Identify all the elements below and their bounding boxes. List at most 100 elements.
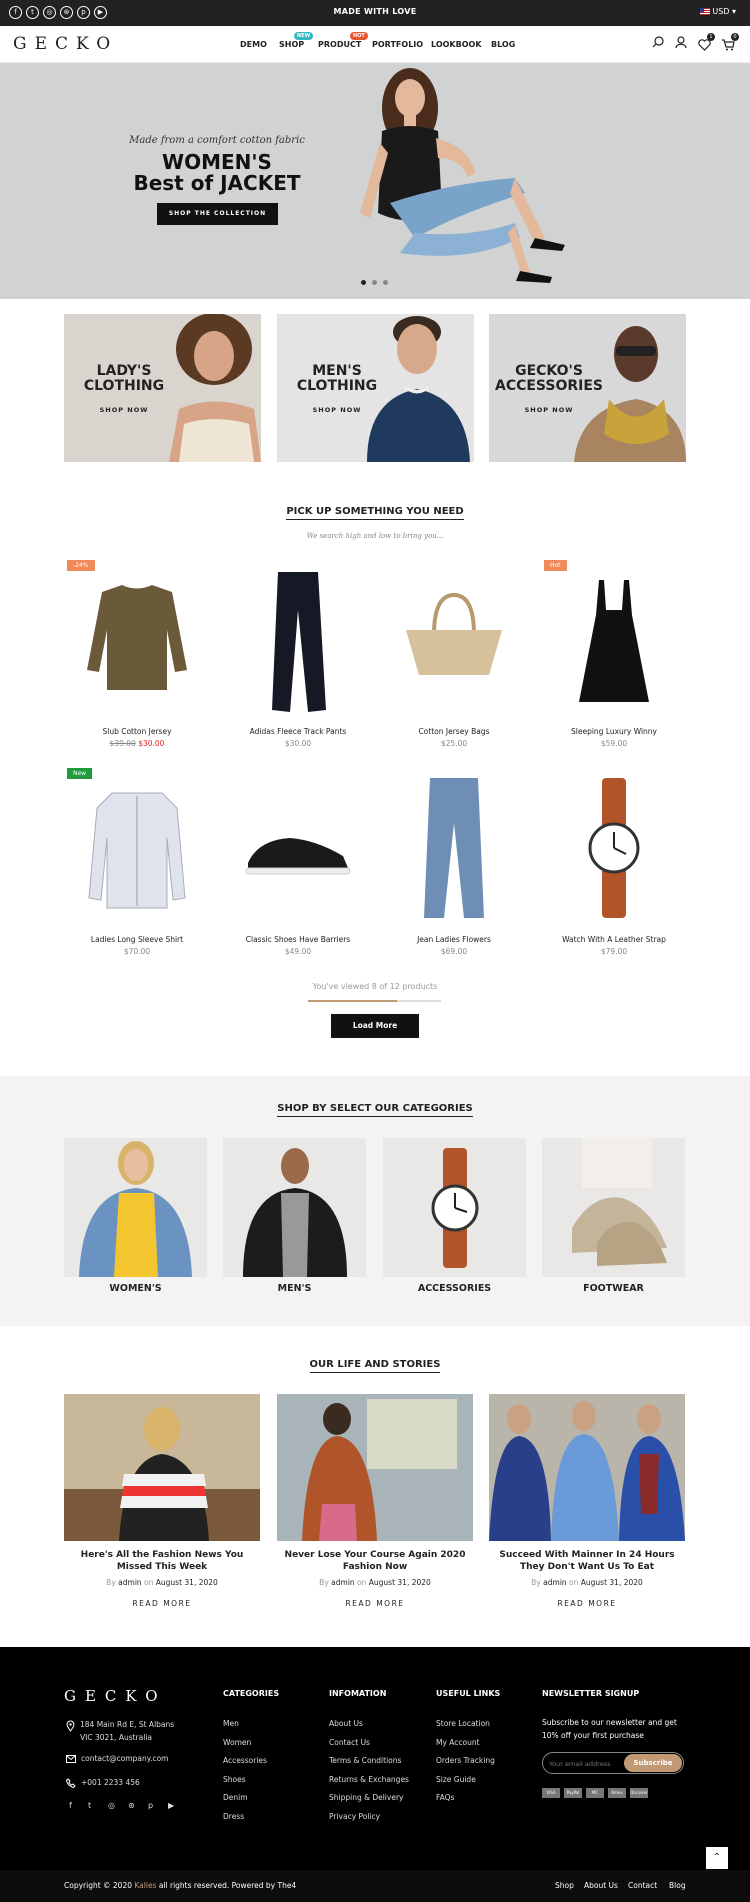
shop-collection-button[interactable]: SHOP THE COLLECTION	[157, 203, 278, 225]
nav-lookbook[interactable]: LOOKBOOK	[431, 40, 482, 49]
footer-facebook-icon[interactable]: f	[69, 1801, 72, 1810]
category-footwear-label[interactable]: FOOTWEAR	[542, 1283, 685, 1294]
footer-info-link[interactable]: Privacy Policy	[329, 1812, 380, 1821]
shop-now-link[interactable]: SHOP NOW	[277, 406, 397, 414]
footer-instagram-icon[interactable]: ◎	[108, 1801, 115, 1810]
nav-product-label: PRODUCT	[318, 40, 362, 49]
product-name[interactable]: Slub Cotton Jersey	[67, 727, 207, 736]
bottom-link-contact[interactable]: Contact	[628, 1881, 657, 1890]
sale-label: -24%	[67, 560, 95, 571]
footer-info-link[interactable]: Returns & Exchanges	[329, 1775, 409, 1784]
footer-info-link[interactable]: Shipping & Delivery	[329, 1793, 403, 1802]
accessories-banner[interactable]: GECKO'S ACCESSORIES SHOP NOW	[489, 314, 686, 462]
bottom-link-about[interactable]: About Us	[584, 1881, 618, 1890]
footer-logo[interactable]: GECKO	[64, 1687, 167, 1705]
nav-product[interactable]: PRODUCT HOT	[318, 32, 368, 49]
footer-category-link[interactable]: Accessories	[223, 1756, 267, 1765]
category-accessories-label[interactable]: ACCESSORIES	[383, 1283, 526, 1294]
footer-twitter-icon[interactable]: t	[88, 1801, 91, 1810]
category-women-card[interactable]	[64, 1138, 207, 1277]
slider-dot-1[interactable]	[361, 280, 366, 285]
lady-clothing-banner[interactable]: LADY'S CLOTHING SHOP NOW	[64, 314, 261, 462]
footer-dribbble-icon[interactable]: ⊛	[128, 1801, 135, 1810]
blog-post-title[interactable]: Here's All the Fashion News You Missed T…	[64, 1549, 260, 1573]
shop-now-link[interactable]: SHOP NOW	[64, 406, 184, 414]
women-category-image	[79, 1141, 192, 1277]
newsletter-email-input[interactable]	[549, 1757, 619, 1770]
footer-pinterest-icon[interactable]: p	[148, 1801, 153, 1810]
product-name[interactable]: Cotton Jersey Bags	[384, 727, 524, 736]
nav-demo[interactable]: DEMO	[240, 40, 267, 49]
footer-category-link[interactable]: Women	[223, 1738, 251, 1747]
footer-useful-link[interactable]: Store Location	[436, 1719, 490, 1728]
footer-info-link[interactable]: About Us	[329, 1719, 363, 1728]
post-author[interactable]: admin	[543, 1578, 567, 1587]
currency-selector[interactable]: USD ▾	[700, 7, 736, 16]
men-category-image	[243, 1148, 347, 1277]
blog-post-image[interactable]	[277, 1394, 473, 1541]
category-footwear-card[interactable]	[542, 1138, 685, 1277]
footer-youtube-icon[interactable]: ▶	[168, 1801, 174, 1810]
read-more-link[interactable]: READ MORE	[64, 1599, 260, 1608]
men-clothing-banner[interactable]: MEN'S CLOTHING SHOP NOW	[277, 314, 474, 462]
footer-useful-link[interactable]: Size Guide	[436, 1775, 476, 1784]
new-label: New	[67, 768, 93, 779]
product-name[interactable]: Sleeping Luxury Winny	[544, 727, 684, 736]
read-more-link[interactable]: READ MORE	[489, 1599, 685, 1608]
slider-dot-3[interactable]	[383, 280, 388, 285]
subscribe-button[interactable]: Subscribe	[624, 1754, 682, 1772]
blog-post-title[interactable]: Never Lose Your Course Again 2020 Fashio…	[277, 1549, 473, 1573]
slider-dot-2[interactable]	[372, 280, 377, 285]
footer-useful-link[interactable]: Orders Tracking	[436, 1756, 495, 1765]
product-name[interactable]: Watch With A Leather Strap	[544, 935, 684, 944]
footer-useful-link[interactable]: My Account	[436, 1738, 480, 1747]
on-text: on	[357, 1578, 367, 1587]
load-more-button[interactable]: Load More	[331, 1014, 419, 1038]
contact-email[interactable]: contact@company.com	[81, 1754, 168, 1763]
footer-category-link[interactable]: Dress	[223, 1812, 244, 1821]
bottom-link-shop[interactable]: Shop	[555, 1881, 574, 1890]
search-icon[interactable]	[652, 36, 664, 48]
product-name[interactable]: Jean Ladies Flowers	[384, 935, 524, 944]
read-more-link[interactable]: READ MORE	[277, 1599, 473, 1608]
blog-post-meta: By admin on August 31, 2020	[489, 1578, 685, 1587]
nav-blog[interactable]: BLOG	[491, 40, 515, 49]
nav-portfolio[interactable]: PORTFOLIO	[372, 40, 423, 49]
top-bar: f t ◎ ⊛ p ▶ MADE WITH LOVE USD ▾	[0, 0, 750, 26]
category-men-card[interactable]	[223, 1138, 366, 1277]
footer-useful-link[interactable]: FAQs	[436, 1793, 454, 1802]
viewed-progress-fill	[308, 1000, 397, 1002]
copyright-brand[interactable]: Kalles	[134, 1881, 156, 1890]
cart-button[interactable]: 0	[722, 33, 739, 51]
location-icon	[66, 1720, 75, 1732]
category-accessories-card[interactable]	[383, 1138, 526, 1277]
product-name[interactable]: Adidas Fleece Track Pants	[228, 727, 368, 736]
category-men-label[interactable]: MEN'S	[223, 1283, 366, 1294]
watch-image	[588, 778, 640, 918]
nav-shop[interactable]: SHOP NEW	[279, 32, 314, 49]
contact-phone[interactable]: +001 2233 456	[81, 1778, 140, 1787]
post-author[interactable]: admin	[331, 1578, 355, 1587]
site-logo[interactable]: GECKO	[13, 34, 118, 54]
account-icon[interactable]	[675, 36, 687, 48]
blog-post-image[interactable]	[489, 1394, 685, 1541]
footer-category-link[interactable]: Denim	[223, 1793, 248, 1802]
bottom-link-blog[interactable]: Blog	[669, 1881, 686, 1890]
post-author[interactable]: admin	[118, 1578, 142, 1587]
footer-info-link[interactable]: Contact Us	[329, 1738, 370, 1747]
back-to-top-button[interactable]: ⌃	[706, 1847, 728, 1869]
address-line2: VIC 3021, Australia	[80, 1733, 152, 1742]
blog-image-2	[302, 1399, 457, 1541]
shoes-image	[245, 838, 351, 875]
newsletter-text-line2: 10% off your first purchase	[542, 1731, 644, 1740]
footer-category-link[interactable]: Shoes	[223, 1775, 246, 1784]
shop-now-link[interactable]: SHOP NOW	[489, 406, 609, 414]
footer-info-link[interactable]: Terms & Conditions	[329, 1756, 401, 1765]
category-women-label[interactable]: WOMEN'S	[64, 1283, 207, 1294]
blog-post-title[interactable]: Succeed With Mainner In 24 Hours They Do…	[489, 1549, 685, 1573]
blog-post-image[interactable]	[64, 1394, 260, 1541]
footer-category-link[interactable]: Men	[223, 1719, 239, 1728]
product-name[interactable]: Ladies Long Sleeve Shirt	[67, 935, 207, 944]
wishlist-button[interactable]: 1	[698, 33, 715, 51]
product-name[interactable]: Classic Shoes Have Barriers	[228, 935, 368, 944]
